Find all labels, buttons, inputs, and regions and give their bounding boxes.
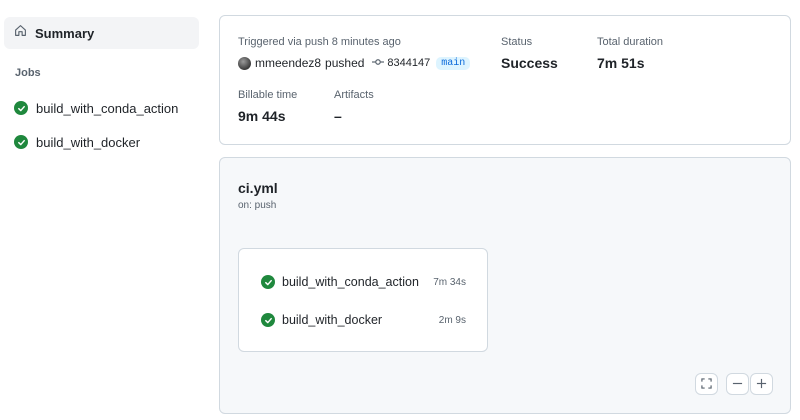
home-icon bbox=[14, 24, 27, 42]
workflow-trigger: on: push bbox=[238, 200, 277, 211]
zoom-in-button[interactable] bbox=[750, 373, 773, 395]
total-duration-value: 7m 51s bbox=[597, 55, 645, 71]
sidebar-item-job-docker[interactable]: build_with_docker bbox=[4, 128, 199, 156]
artifacts-label: Artifacts bbox=[334, 89, 374, 101]
triggered-text: Triggered via push 8 minutes ago bbox=[238, 36, 401, 48]
graph-job-docker[interactable]: build_with_docker 2m 9s bbox=[261, 310, 466, 330]
commit-sha: 8344147 bbox=[387, 57, 431, 69]
workflow-jobs-group: build_with_conda_action 7m 34s build_wit… bbox=[238, 248, 488, 352]
run-summary-card: Triggered via push 8 minutes ago mmeende… bbox=[219, 15, 791, 145]
status-label: Status bbox=[501, 36, 533, 48]
billable-time-value: 9m 44s bbox=[238, 108, 286, 124]
sidebar-item-summary-label: Summary bbox=[35, 25, 95, 41]
total-duration-label: Total duration bbox=[597, 36, 664, 48]
avatar[interactable] bbox=[238, 56, 251, 70]
status-value: Success bbox=[501, 55, 558, 71]
graph-job-label: build_with_conda_action bbox=[282, 275, 419, 289]
sidebar-job-label: build_with_conda_action bbox=[36, 100, 179, 116]
push-info: mmeendez8 pushed 8344147 main bbox=[238, 56, 471, 70]
git-commit-icon bbox=[372, 57, 385, 70]
plus-icon bbox=[756, 376, 767, 392]
sidebar: Summary Jobs build_with_conda_action bui… bbox=[0, 0, 205, 420]
zoom-out-button[interactable] bbox=[726, 373, 749, 395]
workflow-graph: ci.yml on: push build_with_conda_action … bbox=[219, 157, 791, 414]
fullscreen-button[interactable] bbox=[695, 373, 718, 395]
success-check-icon bbox=[261, 275, 275, 289]
fullscreen-icon bbox=[701, 376, 712, 392]
push-action: pushed bbox=[325, 56, 365, 70]
actor-link[interactable]: mmeendez8 bbox=[255, 56, 321, 70]
graph-job-duration: 2m 9s bbox=[438, 314, 466, 326]
sidebar-item-job-conda[interactable]: build_with_conda_action bbox=[4, 94, 199, 122]
sidebar-item-summary[interactable]: Summary bbox=[4, 17, 199, 49]
sidebar-job-label: build_with_docker bbox=[36, 134, 141, 150]
artifacts-value: – bbox=[334, 108, 342, 124]
graph-job-duration: 7m 34s bbox=[433, 276, 466, 288]
minus-icon bbox=[732, 376, 743, 392]
jobs-section-title: Jobs bbox=[15, 67, 41, 79]
workflow-file-name[interactable]: ci.yml bbox=[238, 180, 278, 196]
success-check-icon bbox=[14, 101, 28, 115]
success-check-icon bbox=[261, 313, 275, 327]
commit-link[interactable]: 8344147 bbox=[372, 57, 430, 70]
graph-job-label: build_with_docker bbox=[282, 313, 383, 327]
branch-badge[interactable]: main bbox=[436, 56, 471, 70]
success-check-icon bbox=[14, 135, 28, 149]
billable-time-label: Billable time bbox=[238, 89, 298, 101]
graph-job-conda[interactable]: build_with_conda_action 7m 34s bbox=[261, 272, 466, 292]
